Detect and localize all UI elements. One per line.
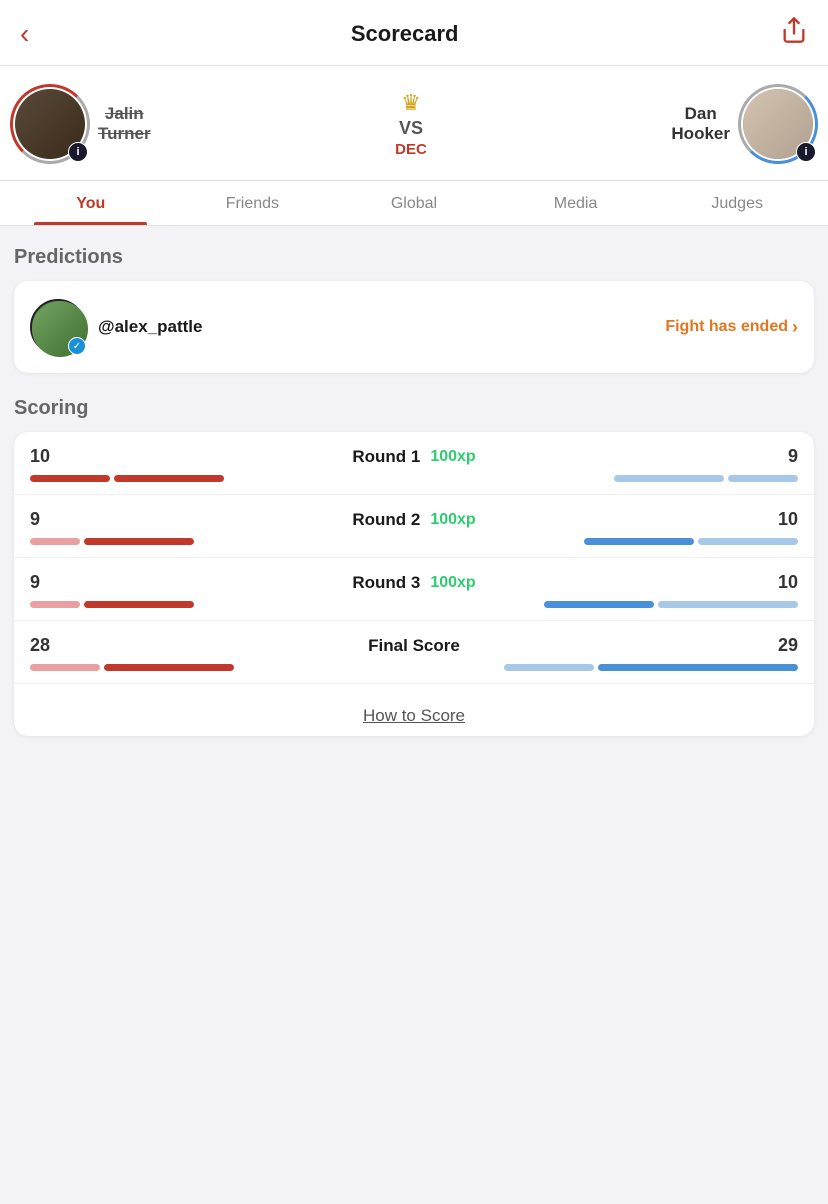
tab-media[interactable]: Media bbox=[495, 181, 657, 225]
round-3-xp: 100xp bbox=[430, 574, 475, 592]
scoring-heading: Scoring bbox=[14, 397, 814, 420]
verified-badge: ✓ bbox=[68, 337, 86, 355]
tab-judges[interactable]: Judges bbox=[656, 181, 818, 225]
round-1-right-score: 9 bbox=[762, 446, 798, 467]
scoring-section: Scoring 10 Round 1 100xp 9 bbox=[14, 397, 814, 736]
how-to-score-link[interactable]: How to Score bbox=[14, 684, 814, 736]
round-1-bars bbox=[30, 475, 798, 482]
final-score-row: 28 Final Score 29 bbox=[14, 621, 814, 684]
vs-center: ♛ VS DEC bbox=[395, 90, 427, 158]
round-2-row: 9 Round 2 100xp 10 bbox=[14, 495, 814, 558]
fighter-row: i Jalin Turner ♛ VS DEC Dan Hooker i bbox=[0, 66, 828, 181]
final-left-score: 28 bbox=[30, 635, 66, 656]
username-label: @alex_pattle bbox=[98, 317, 202, 337]
round-1-label: Round 1 bbox=[352, 447, 420, 467]
round-3-right-score: 10 bbox=[762, 572, 798, 593]
round-1-row: 10 Round 1 100xp 9 bbox=[14, 432, 814, 495]
round-2-xp: 100xp bbox=[430, 511, 475, 529]
fighter-left-info[interactable]: i bbox=[68, 142, 88, 162]
final-right-score: 29 bbox=[762, 635, 798, 656]
round-2-label: Round 2 bbox=[352, 510, 420, 530]
round-3-left-score: 9 bbox=[30, 572, 66, 593]
fighter-left-name: Jalin Turner bbox=[98, 104, 151, 144]
fighter-right: Dan Hooker i bbox=[671, 84, 818, 164]
fighter-left-avatar: i bbox=[10, 84, 90, 164]
header: ‹ Scorecard bbox=[0, 0, 828, 66]
round-2-bars bbox=[30, 538, 798, 545]
scoring-card: 10 Round 1 100xp 9 9 bbox=[14, 432, 814, 736]
dec-text: DEC bbox=[395, 141, 427, 158]
predictions-heading: Predictions bbox=[14, 246, 814, 269]
fighter-right-avatar: i bbox=[738, 84, 818, 164]
fighter-right-name: Dan Hooker bbox=[671, 104, 730, 144]
round-1-left-score: 10 bbox=[30, 446, 66, 467]
fighter-right-info[interactable]: i bbox=[796, 142, 816, 162]
main-content: Predictions ✓ @alex_pattle Fight has end… bbox=[0, 226, 828, 756]
chevron-right-icon: › bbox=[792, 317, 798, 338]
crown-icon: ♛ bbox=[401, 90, 421, 116]
round-3-bars bbox=[30, 601, 798, 608]
user-avatar: ✓ bbox=[30, 299, 86, 355]
round-3-row: 9 Round 3 100xp 10 bbox=[14, 558, 814, 621]
round-2-right-score: 10 bbox=[762, 509, 798, 530]
tab-friends[interactable]: Friends bbox=[172, 181, 334, 225]
final-score-bars bbox=[30, 664, 798, 671]
fight-ended-button[interactable]: Fight has ended › bbox=[665, 317, 798, 338]
round-1-xp: 100xp bbox=[430, 448, 475, 466]
predictions-card: ✓ @alex_pattle Fight has ended › bbox=[14, 281, 814, 373]
round-3-label: Round 3 bbox=[352, 573, 420, 593]
page-title: Scorecard bbox=[351, 21, 459, 47]
user-info: ✓ @alex_pattle bbox=[30, 299, 202, 355]
vs-text: VS bbox=[399, 118, 423, 139]
back-button[interactable]: ‹ bbox=[20, 18, 29, 50]
fighter-left: i Jalin Turner bbox=[10, 84, 151, 164]
final-score-label: Final Score bbox=[368, 636, 460, 656]
tab-you[interactable]: You bbox=[10, 181, 172, 225]
tab-global[interactable]: Global bbox=[333, 181, 495, 225]
round-2-left-score: 9 bbox=[30, 509, 66, 530]
share-button[interactable] bbox=[780, 16, 808, 51]
tabs-container: You Friends Global Media Judges bbox=[0, 181, 828, 226]
